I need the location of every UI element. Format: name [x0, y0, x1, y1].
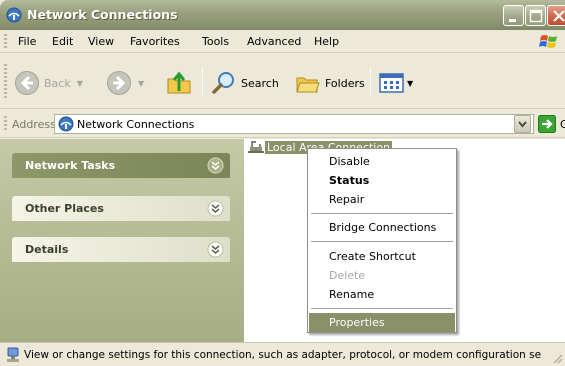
address-dropdown-button[interactable]: [514, 115, 531, 133]
menu-separator: [311, 241, 453, 242]
minimize-button[interactable]: [503, 5, 524, 26]
back-button[interactable]: Back ▼: [14, 68, 83, 98]
toolbar-separator: [370, 68, 371, 96]
panel-network-tasks-label: Network Tasks: [25, 159, 116, 172]
expand-chevron-icon[interactable]: [207, 200, 224, 217]
menu-separator: [311, 213, 453, 214]
address-label: Address: [12, 118, 56, 131]
menu-item-create-shortcut[interactable]: Create Shortcut: [309, 247, 455, 266]
go-arrow-icon: [538, 115, 556, 133]
windows-logo-icon: [539, 35, 557, 48]
forward-dropdown-icon[interactable]: ▼: [138, 79, 144, 88]
status-text: View or change settings for this connect…: [24, 349, 542, 361]
menu-tools[interactable]: Tools: [202, 35, 229, 48]
address-value: Network Connections: [77, 118, 195, 131]
menu-item-label: Rename: [329, 288, 375, 301]
expand-chevron-icon[interactable]: [207, 241, 224, 258]
menu-advanced[interactable]: Advanced: [247, 35, 301, 48]
menu-favorites[interactable]: Favorites: [130, 35, 180, 48]
menu-separator: [311, 308, 453, 309]
views-button[interactable]: ▼: [379, 68, 413, 98]
menu-item-disable[interactable]: Disable: [309, 152, 455, 171]
minimize-icon: [509, 19, 516, 22]
toolbar-grip[interactable]: [4, 64, 7, 98]
menu-item-bridge-connections[interactable]: Bridge Connections: [309, 218, 455, 237]
menu-item-label: Bridge Connections: [329, 221, 437, 234]
close-button[interactable]: [547, 5, 565, 26]
menubar-grip[interactable]: [4, 34, 7, 49]
addressbar-grip[interactable]: [4, 116, 7, 131]
status-bar: View or change settings for this connect…: [0, 342, 565, 366]
expand-chevron-icon[interactable]: [207, 157, 224, 174]
folders-label: Folders: [325, 76, 365, 90]
views-dropdown-icon[interactable]: ▼: [407, 79, 413, 88]
menu-item-label: Repair: [329, 193, 365, 206]
menu-item-label: Properties: [329, 316, 385, 329]
standard-toolbar: Back ▼ ▼ Search Folders ▼: [0, 54, 565, 109]
context-menu: Disable Status Repair Bridge Connections…: [307, 148, 457, 333]
search-label: Search: [241, 76, 279, 90]
menu-bar: File Edit View Favorites Tools Advanced …: [0, 30, 565, 53]
menu-file[interactable]: File: [18, 35, 36, 48]
maximize-button[interactable]: [525, 5, 546, 26]
chevron-down-icon: [518, 121, 527, 128]
close-icon: [553, 10, 565, 22]
go-label: Go: [560, 117, 565, 131]
menu-edit[interactable]: Edit: [52, 35, 73, 48]
menu-view[interactable]: View: [88, 35, 114, 48]
network-connections-icon: [6, 7, 22, 23]
panel-details-label: Details: [25, 243, 69, 256]
address-input[interactable]: Network Connections: [54, 114, 534, 134]
menu-help[interactable]: Help: [314, 35, 339, 48]
back-dropdown-icon[interactable]: ▼: [77, 79, 83, 88]
menu-item-repair[interactable]: Repair: [309, 190, 455, 209]
resize-grip-icon[interactable]: [551, 352, 563, 364]
search-icon: [212, 72, 234, 94]
menu-item-properties[interactable]: Properties: [309, 313, 455, 332]
menu-item-label: Status: [329, 174, 370, 187]
folders-button[interactable]: Folders: [295, 68, 365, 98]
maximize-icon: [529, 9, 543, 23]
window-title: Network Connections: [27, 7, 178, 22]
views-icon: [379, 73, 404, 93]
panel-details[interactable]: Details: [12, 237, 230, 262]
up-folder-icon: [167, 71, 191, 94]
menu-item-status[interactable]: Status: [309, 171, 455, 190]
address-bar: Address Network Connections Go: [0, 110, 565, 138]
menu-item-delete[interactable]: Delete: [309, 266, 455, 285]
folders-icon: [296, 77, 320, 93]
task-pane: Network Tasks Other Places Details: [0, 139, 244, 342]
up-button[interactable]: [165, 68, 193, 98]
menu-item-rename[interactable]: Rename: [309, 285, 455, 304]
title-bar[interactable]: Network Connections: [0, 0, 565, 30]
search-button[interactable]: Search: [211, 68, 279, 98]
panel-network-tasks[interactable]: Network Tasks: [12, 153, 230, 178]
go-button[interactable]: Go: [538, 115, 565, 133]
toolbar-separator: [202, 68, 203, 96]
forward-arrow-icon: [107, 71, 131, 95]
network-connections-icon: [58, 116, 74, 132]
menu-item-label: Disable: [329, 155, 370, 168]
panel-other-places[interactable]: Other Places: [12, 196, 230, 221]
panel-other-places-label: Other Places: [25, 202, 104, 215]
forward-button[interactable]: ▼: [106, 68, 144, 98]
menu-item-label: Create Shortcut: [329, 250, 416, 263]
network-adapter-icon: [248, 141, 264, 153]
menu-item-label: Delete: [329, 269, 366, 282]
back-label: Back: [44, 76, 71, 90]
network-status-icon: [7, 347, 19, 362]
back-arrow-icon: [15, 71, 39, 95]
